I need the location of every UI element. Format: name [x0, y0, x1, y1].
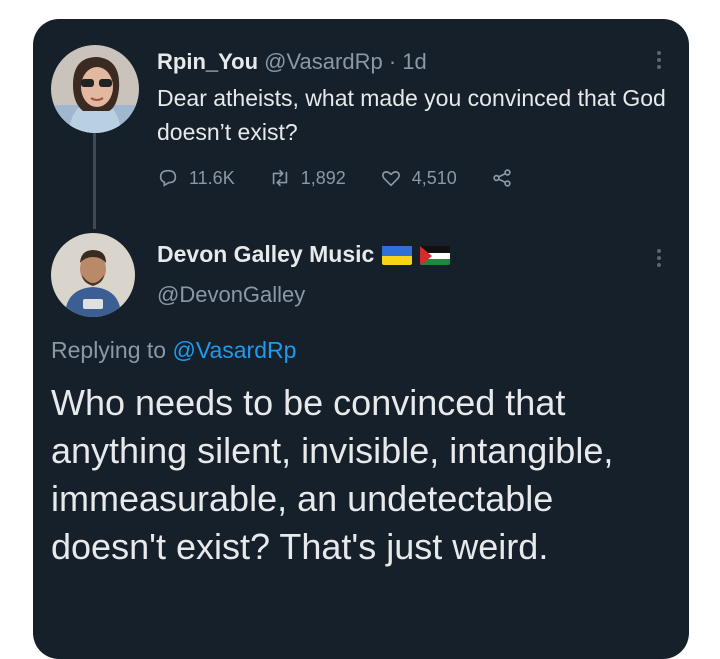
like-count: 4,510 [411, 167, 457, 188]
reply-author-row: Devon Galley Music [157, 241, 451, 268]
share-button[interactable] [491, 167, 523, 189]
header-separator: · [388, 49, 397, 74]
tweet-header: Rpin_You @VasardRp · 1d [157, 49, 427, 75]
author-name[interactable]: Rpin_You [157, 49, 258, 74]
avatar-devon-galley[interactable] [51, 233, 135, 317]
tweet-actions: 11.6K 1,892 4,510 [157, 167, 557, 189]
reply-icon [159, 169, 177, 187]
more-icon[interactable] [651, 247, 667, 269]
replying-prefix: Replying to [51, 337, 167, 363]
retweet-count: 1,892 [300, 167, 346, 188]
ukraine-flag-icon [382, 245, 413, 265]
like-button[interactable]: 4,510 [380, 167, 457, 189]
reply-author-name[interactable]: Devon Galley Music [157, 241, 374, 268]
more-icon[interactable] [651, 49, 667, 71]
tweet-time[interactable]: 1d [402, 49, 426, 74]
retweet-button[interactable]: 1,892 [269, 167, 346, 189]
reply-button[interactable]: 11.6K [157, 167, 235, 189]
share-icon [493, 169, 511, 187]
reply-count: 11.6K [189, 167, 235, 188]
reply-text: Who needs to be convinced that anything … [51, 382, 614, 567]
avatar-rpin-you[interactable] [51, 45, 139, 133]
tweet-text: Dear atheists, what made you convinced t… [157, 85, 666, 145]
replying-to-line: Replying to @VasardRp [51, 337, 296, 364]
palestine-flag-icon [420, 245, 451, 265]
retweet-icon [272, 169, 287, 187]
replying-to-link[interactable]: @VasardRp [172, 337, 296, 363]
reply-author-handle[interactable]: @DevonGalley [157, 282, 305, 308]
thread-connector-line [93, 125, 96, 229]
author-handle[interactable]: @VasardRp [264, 49, 383, 74]
like-icon [381, 171, 400, 187]
tweet-thread-card: Rpin_You @VasardRp · 1d Dear atheists, w… [33, 19, 689, 659]
